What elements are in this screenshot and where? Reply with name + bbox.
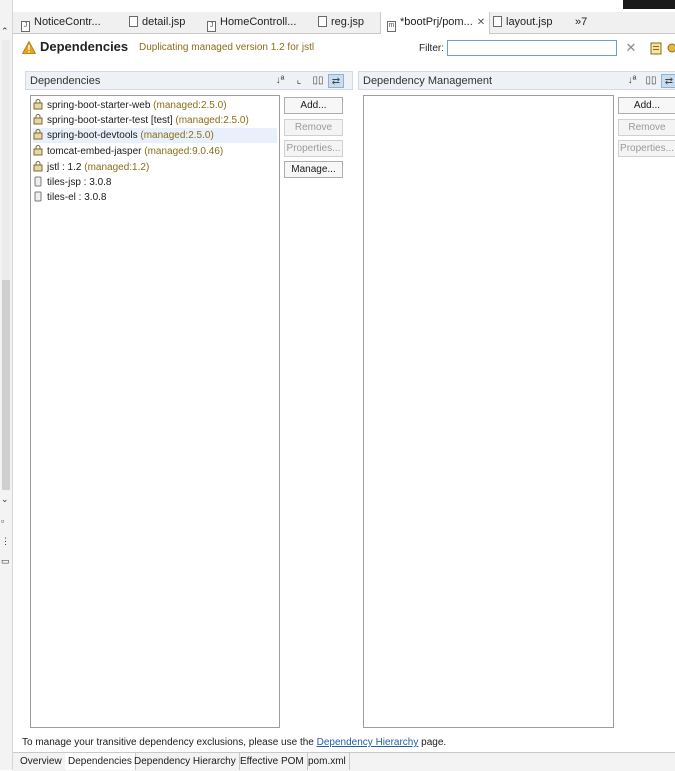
show-managed-icon[interactable]: ⇄ (661, 74, 675, 88)
add-dependency-button[interactable]: Add... (284, 97, 343, 114)
java-file-icon: J (21, 21, 30, 32)
pom-editor-page-tabs: Overview Dependencies Dependency Hierarc… (13, 752, 675, 771)
exclusions-hint: To manage your transitive dependency exc… (22, 737, 447, 748)
jar-lock-icon (33, 99, 43, 110)
window-edge (623, 0, 675, 9)
list-item[interactable]: tomcat-embed-jasper (managed:9.0.46) (33, 144, 223, 159)
jar-icon (34, 176, 42, 187)
tab-detail-jsp[interactable]: detail.jsp (129, 12, 203, 33)
dependencies-section-title: Dependencies (30, 75, 101, 87)
tab-dependency-hierarchy[interactable]: Dependency Hierarchy (131, 753, 240, 770)
warning-message: Duplicating managed version 1.2 for jstl (139, 42, 315, 53)
warning-icon (22, 41, 36, 54)
list-item[interactable]: spring-boot-devtools (managed:2.5.0) (33, 128, 277, 143)
jar-lock-icon (33, 145, 43, 156)
settings-icon[interactable] (666, 41, 675, 55)
sort-icon[interactable]: ↓ª (272, 74, 288, 88)
tab-pom-xml-source[interactable]: pom.xml (305, 753, 350, 770)
tab-dependencies[interactable]: Dependencies (65, 753, 136, 770)
list-item[interactable]: tiles-jsp : 3.0.8 (33, 175, 111, 190)
left-gutter: ⌃ ⌄ ▫ ⋮ ▭ (0, 0, 13, 770)
jar-lock-icon (33, 114, 43, 125)
dependency-management-section-title: Dependency Management (363, 75, 493, 87)
maven-pom-icon: m (387, 21, 396, 32)
jsp-file-icon (318, 16, 327, 27)
dependency-properties-button[interactable]: Properties... (284, 140, 343, 157)
show-columns-icon[interactable]: ▯▯ (310, 74, 326, 88)
managed-dependency-properties-button[interactable]: Properties... (618, 140, 675, 157)
list-item[interactable]: spring-boot-starter-web (managed:2.5.0) (33, 98, 227, 113)
tab-notice-controller[interactable]: J NoticeContr... (21, 12, 121, 33)
sort-icon[interactable]: ↓ª (624, 74, 640, 88)
more-icon[interactable]: ⋮ (1, 536, 10, 547)
dependency-management-section-header: Dependency Management ↓ª ▯▯ ⇄ (358, 71, 675, 90)
list-item[interactable]: jstl : 1.2 (managed:1.2) (33, 160, 149, 175)
java-file-icon: J (207, 21, 216, 32)
tab-home-controller[interactable]: J HomeControll... (207, 12, 311, 33)
add-managed-dependency-button[interactable]: Add... (618, 97, 675, 114)
list-item[interactable]: spring-boot-starter-test [test] (managed… (33, 113, 249, 128)
tab-overview[interactable]: Overview (17, 753, 66, 770)
tab-overflow[interactable]: »7 (575, 12, 599, 33)
chevron-down-icon[interactable]: ⌄ (1, 494, 9, 505)
jar-lock-icon (33, 161, 43, 172)
show-group-id-icon[interactable]: ⌞ (291, 74, 307, 88)
dependency-management-list[interactable] (363, 95, 614, 728)
jsp-file-icon (129, 16, 138, 27)
page-title: Dependencies (40, 39, 129, 54)
manage-dependency-button[interactable]: Manage... (284, 161, 343, 178)
gutter-scroll-track (2, 40, 10, 280)
chevron-up-icon[interactable]: ⌃ (1, 26, 9, 37)
clear-filter-icon[interactable]: ✕ (624, 40, 638, 56)
gutter-scroll-thumb[interactable] (2, 280, 10, 490)
jsp-file-icon (493, 16, 502, 27)
tab-pom-xml[interactable]: m *bootPrj/pom... ✕ (380, 12, 490, 34)
dependencies-list[interactable]: spring-boot-starter-web (managed:2.5.0) … (30, 95, 280, 728)
filter-input[interactable] (447, 40, 617, 56)
jar-icon (34, 191, 42, 202)
show-managed-icon[interactable]: ⇄ (328, 74, 344, 88)
add-dependency-icon[interactable] (649, 41, 663, 55)
remove-managed-dependency-button[interactable]: Remove (618, 119, 675, 136)
tab-reg-jsp[interactable]: reg.jsp (318, 12, 380, 33)
dependencies-section-header: Dependencies ↓ª ⌞ ▯▯ ⇄ (25, 71, 353, 90)
show-columns-icon[interactable]: ▯▯ (643, 74, 659, 88)
dependency-hierarchy-link[interactable]: Dependency Hierarchy (317, 737, 419, 748)
filter-label: Filter: (419, 43, 444, 54)
jar-lock-icon (33, 129, 43, 140)
tab-layout-jsp[interactable]: layout.jsp (493, 12, 565, 33)
tab-effective-pom[interactable]: Effective POM (237, 753, 308, 770)
restore-icon[interactable]: ▭ (1, 556, 10, 567)
editor-tab-bar: J NoticeContr... detail.jsp J HomeControll… (13, 12, 675, 34)
minimize-icon[interactable]: ▫ (1, 516, 4, 526)
list-item[interactable]: tiles-el : 3.0.8 (33, 190, 106, 205)
close-icon[interactable]: ✕ (477, 17, 485, 28)
remove-dependency-button[interactable]: Remove (284, 119, 343, 136)
